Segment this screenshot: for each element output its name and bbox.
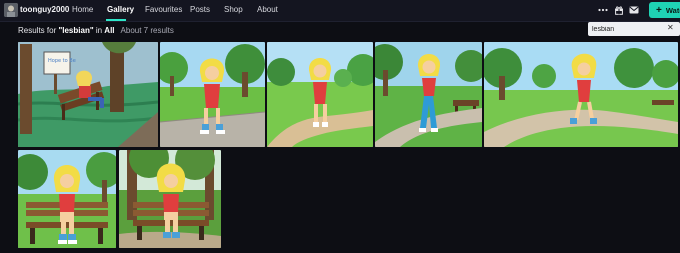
nav-favourites[interactable]: Favourites xyxy=(145,5,182,14)
results-in-text: in xyxy=(93,26,105,35)
gallery-item-3[interactable] xyxy=(267,42,373,147)
gallery-item-2[interactable] xyxy=(160,42,265,147)
username[interactable]: toonguy2000 xyxy=(20,5,69,14)
search-scope: All xyxy=(104,26,115,35)
gallery-item-7[interactable] xyxy=(119,150,221,248)
search-box: ✕ xyxy=(588,22,680,36)
nav-gallery[interactable]: Gallery xyxy=(107,5,134,14)
nav-posts[interactable]: Posts xyxy=(190,5,210,14)
gallery-item-5[interactable] xyxy=(484,42,678,147)
active-tab-indicator xyxy=(106,19,126,21)
nav-home[interactable]: Home xyxy=(72,5,93,14)
plus-icon: + xyxy=(656,4,662,16)
more-icon[interactable] xyxy=(597,4,609,16)
results-prefix: Results for xyxy=(18,26,59,35)
mail-icon[interactable] xyxy=(628,4,640,16)
avatar[interactable] xyxy=(4,3,18,17)
gallery-item-1[interactable]: Hope to Be xyxy=(18,42,158,147)
results-count: About 7 results xyxy=(120,26,174,35)
gift-icon[interactable] xyxy=(613,4,625,16)
sign-text: Hope to Be xyxy=(48,58,76,64)
watch-button-label: Watc xyxy=(665,5,680,15)
clear-search-icon[interactable]: ✕ xyxy=(667,23,674,32)
gallery-item-6[interactable] xyxy=(18,150,116,248)
search-query-text: "lesbian" xyxy=(58,26,94,35)
gallery-item-4[interactable] xyxy=(375,42,482,147)
top-navigation-bar: toonguy2000 Home Gallery Favourites Post… xyxy=(0,0,680,22)
search-input[interactable] xyxy=(592,23,664,35)
nav-shop[interactable]: Shop xyxy=(224,5,243,14)
nav-about[interactable]: About xyxy=(257,5,278,14)
watch-button[interactable]: + Watc xyxy=(649,2,680,18)
search-results-summary: Results for "lesbian" in All About 7 resu… xyxy=(18,26,174,35)
